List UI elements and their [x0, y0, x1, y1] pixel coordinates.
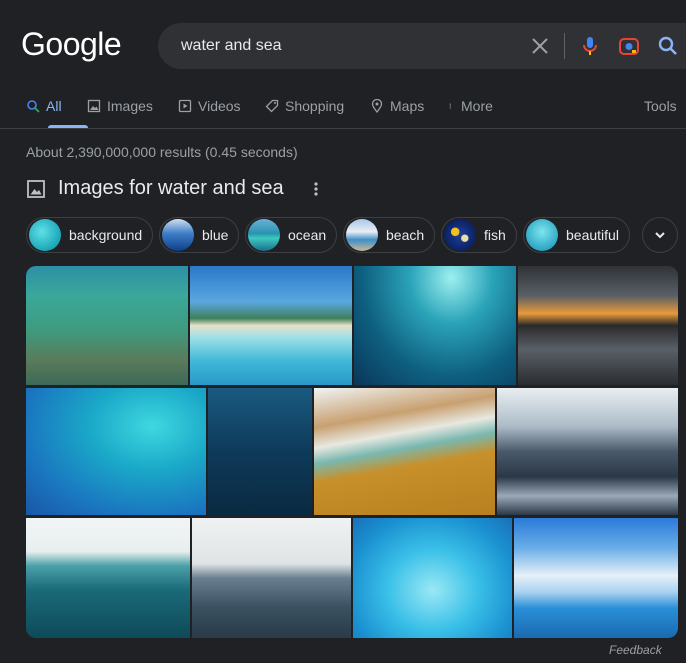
chip-ocean[interactable]: ocean	[245, 217, 338, 253]
tools-button[interactable]: Tools	[644, 98, 677, 114]
image-icon	[87, 99, 101, 113]
image-result[interactable]	[514, 518, 678, 638]
image-result[interactable]	[190, 266, 352, 385]
chip-background[interactable]: background	[26, 217, 154, 253]
result-stats: About 2,390,000,000 results (0.45 second…	[26, 144, 298, 160]
tab-shopping[interactable]: Shopping	[265, 98, 344, 128]
image-result[interactable]	[353, 518, 512, 638]
chip-thumbnail	[526, 219, 558, 251]
play-icon	[178, 99, 192, 113]
chips-expand-button[interactable]	[642, 217, 678, 253]
chip-label: background	[69, 227, 143, 243]
image-result[interactable]	[192, 518, 351, 638]
chip-label: fish	[484, 227, 506, 243]
search-input[interactable]	[179, 36, 479, 56]
chip-thumbnail	[162, 219, 194, 251]
chip-thumbnail	[346, 219, 378, 251]
images-section-header: Images for water and sea	[26, 177, 324, 200]
clear-icon[interactable]	[528, 34, 552, 58]
image-result[interactable]	[354, 266, 516, 385]
google-logo[interactable]: Google	[21, 26, 122, 63]
tab-videos[interactable]: Videos	[178, 98, 241, 128]
search-icon	[27, 100, 40, 113]
header: Google	[0, 0, 686, 92]
tab-label: Videos	[198, 98, 241, 114]
images-section-title[interactable]: Images for water and sea	[58, 177, 284, 200]
search-divider	[564, 33, 565, 59]
image-result[interactable]	[26, 266, 188, 385]
tab-all[interactable]: All	[26, 98, 88, 128]
tab-label: All	[46, 98, 62, 114]
chip-label: beach	[386, 227, 425, 243]
chip-thumbnail	[29, 219, 61, 251]
active-tab-indicator	[48, 125, 88, 128]
chip-thumbnail	[248, 219, 280, 251]
location-pin-icon	[371, 99, 383, 113]
chevron-down-icon	[655, 232, 665, 239]
tab-label: Shopping	[285, 98, 345, 114]
chip-beach[interactable]: beach	[343, 217, 436, 253]
chip-blue[interactable]: blue	[159, 217, 240, 253]
chip-fish[interactable]: fish	[441, 217, 517, 253]
more-options-icon[interactable]	[308, 181, 324, 197]
chip-label: blue	[202, 227, 229, 243]
more-vertical-icon	[449, 103, 451, 109]
image-result[interactable]	[26, 388, 206, 515]
image-result[interactable]	[314, 388, 495, 515]
tab-images[interactable]: Images	[87, 98, 153, 128]
image-result[interactable]	[518, 266, 678, 385]
tab-label: More	[461, 98, 493, 114]
image-results-grid	[26, 266, 678, 638]
chip-beautiful[interactable]: beautiful	[523, 217, 630, 253]
tab-label: Images	[107, 98, 153, 114]
feedback-link[interactable]: Feedback	[609, 643, 662, 657]
image-result[interactable]	[208, 388, 312, 515]
tag-icon	[265, 99, 279, 113]
tab-more[interactable]: More	[449, 98, 493, 128]
search-box[interactable]	[158, 23, 686, 69]
search-icon[interactable]	[656, 34, 680, 58]
camera-icon[interactable]	[617, 34, 641, 58]
chip-label: beautiful	[566, 227, 619, 243]
chip-label: ocean	[288, 227, 327, 243]
tab-label: Maps	[390, 98, 425, 114]
tab-maps[interactable]: Maps	[370, 98, 424, 128]
image-result[interactable]	[497, 388, 678, 515]
mic-icon[interactable]	[578, 34, 602, 58]
chip-thumbnail	[444, 219, 476, 251]
image-icon	[27, 179, 45, 198]
search-tabs: All Images Videos Shopping Maps More Too…	[0, 92, 686, 129]
image-result[interactable]	[26, 518, 190, 638]
